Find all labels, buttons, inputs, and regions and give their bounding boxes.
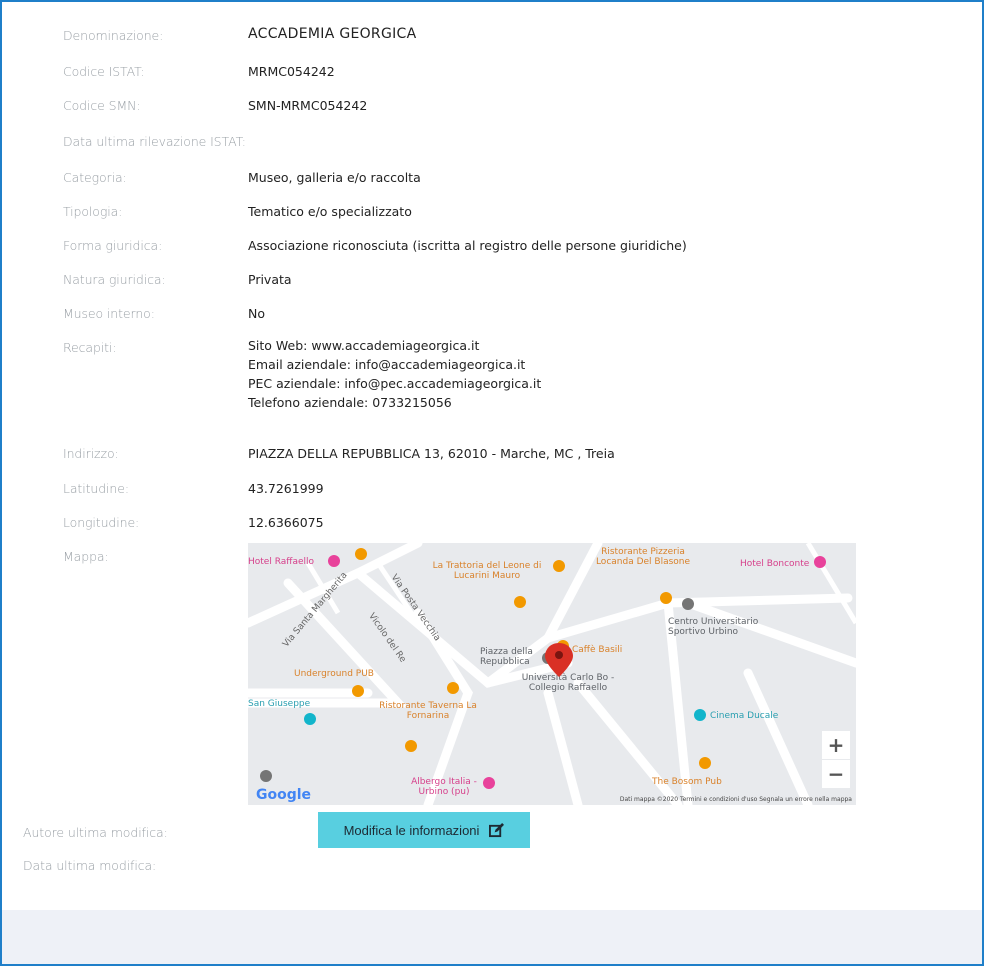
telefono-line: Telefono aziendale: 0733215056: [248, 395, 452, 410]
indirizzo-value: PIAZZA DELLA REPUBBLICA 13, 62010 - Marc…: [248, 446, 615, 461]
codice-istat-label: Codice ISTAT:: [63, 64, 145, 79]
museo-interno-label: Museo interno:: [63, 306, 155, 321]
edit-icon: [489, 822, 505, 837]
categoria-label: Categoria:: [63, 170, 127, 185]
detail-panel: Denominazione: ACCADEMIA GEORGICA Codice…: [0, 0, 984, 966]
tipologia-value: Tematico e/o specializzato: [248, 204, 412, 219]
indirizzo-label: Indirizzo:: [63, 446, 119, 461]
mappa-label: Mappa:: [63, 549, 109, 564]
sito-web-line: Sito Web: www.accademiageorgica.it: [248, 338, 480, 353]
longitudine-label: Longitudine:: [63, 515, 140, 530]
latitudine-value: 43.7261999: [248, 481, 324, 496]
codice-istat-value: MRMC054242: [248, 64, 335, 79]
forma-giuridica-value: Associazione riconosciuta (iscritta al r…: [248, 238, 687, 253]
data-rilevazione-label: Data ultima rilevazione ISTAT:: [63, 134, 246, 149]
san-giuseppe-label: San Giuseppe: [248, 699, 311, 709]
universita-label: Università Carlo Bo - Collegio Raffaello: [521, 673, 615, 693]
recapiti-value: Sito Web: www.accademiageorgica.it Email…: [248, 336, 541, 412]
map-attribution[interactable]: Dati mappa ©2020 Termini e condizioni d'…: [620, 796, 852, 803]
google-logo[interactable]: Google: [256, 787, 311, 803]
underground-pub-label: Underground PUB: [294, 669, 374, 679]
centro-universitario-label: Centro Universitario Sportivo Urbino: [668, 617, 759, 637]
autore-label: Autore ultima modifica:: [23, 825, 168, 840]
natura-giuridica-label: Natura giuridica:: [63, 272, 166, 287]
cinema-ducale-label: Cinema Ducale: [710, 711, 779, 721]
albergo-italia-label: Albergo Italia - Urbino (pu): [411, 777, 477, 797]
zoom-out-button[interactable]: −: [822, 760, 850, 788]
forma-giuridica-label: Forma giuridica:: [63, 238, 163, 253]
longitudine-value: 12.6366075: [248, 515, 324, 530]
denominazione-label: Denominazione:: [63, 28, 164, 43]
locanda-blasone-label: Ristorante Pizzeria Locanda Del Blasone: [595, 547, 691, 567]
hotel-bonconte-label: Hotel Bonconte: [740, 559, 810, 569]
google-map[interactable]: Hotel Raffaello La Trattoria del Leone d…: [248, 543, 856, 805]
codice-smn-label: Codice SMN:: [63, 98, 141, 113]
modifica-informazioni-button[interactable]: Modifica le informazioni: [318, 812, 530, 848]
codice-smn-value: SMN-MRMC054242: [248, 98, 368, 113]
piazza-repubblica-label: Piazza della Repubblica: [480, 647, 533, 667]
denominazione-value: ACCADEMIA GEORGICA: [248, 26, 417, 42]
panel-footer: [2, 910, 982, 964]
zoom-in-button[interactable]: +: [822, 731, 850, 759]
bosom-pub-label: The Bosom Pub: [652, 777, 722, 787]
caffe-basili-label: Caffè Basili: [572, 645, 623, 655]
pec-line: PEC aziendale: info@pec.accademiageorgic…: [248, 376, 542, 391]
recapiti-label: Recapiti:: [63, 340, 117, 355]
museo-interno-value: No: [248, 306, 265, 321]
hotel-raffaello-label: Hotel Raffaello: [248, 557, 315, 567]
data-modifica-label: Data ultima modifica:: [23, 858, 157, 873]
trattoria-leone-label: La Trattoria del Leone di Lucarini Mauro: [432, 561, 542, 581]
modifica-label: Modifica le informazioni: [343, 822, 480, 838]
categoria-value: Museo, galleria e/o raccolta: [248, 170, 421, 185]
latitudine-label: Latitudine:: [63, 481, 129, 496]
taverna-fornarina-label: Ristorante Taverna La Fornarina: [379, 701, 477, 721]
natura-giuridica-value: Privata: [248, 272, 292, 287]
email-line: Email aziendale: info@accademiageorgica.…: [248, 357, 526, 372]
tipologia-label: Tipologia:: [63, 204, 123, 219]
